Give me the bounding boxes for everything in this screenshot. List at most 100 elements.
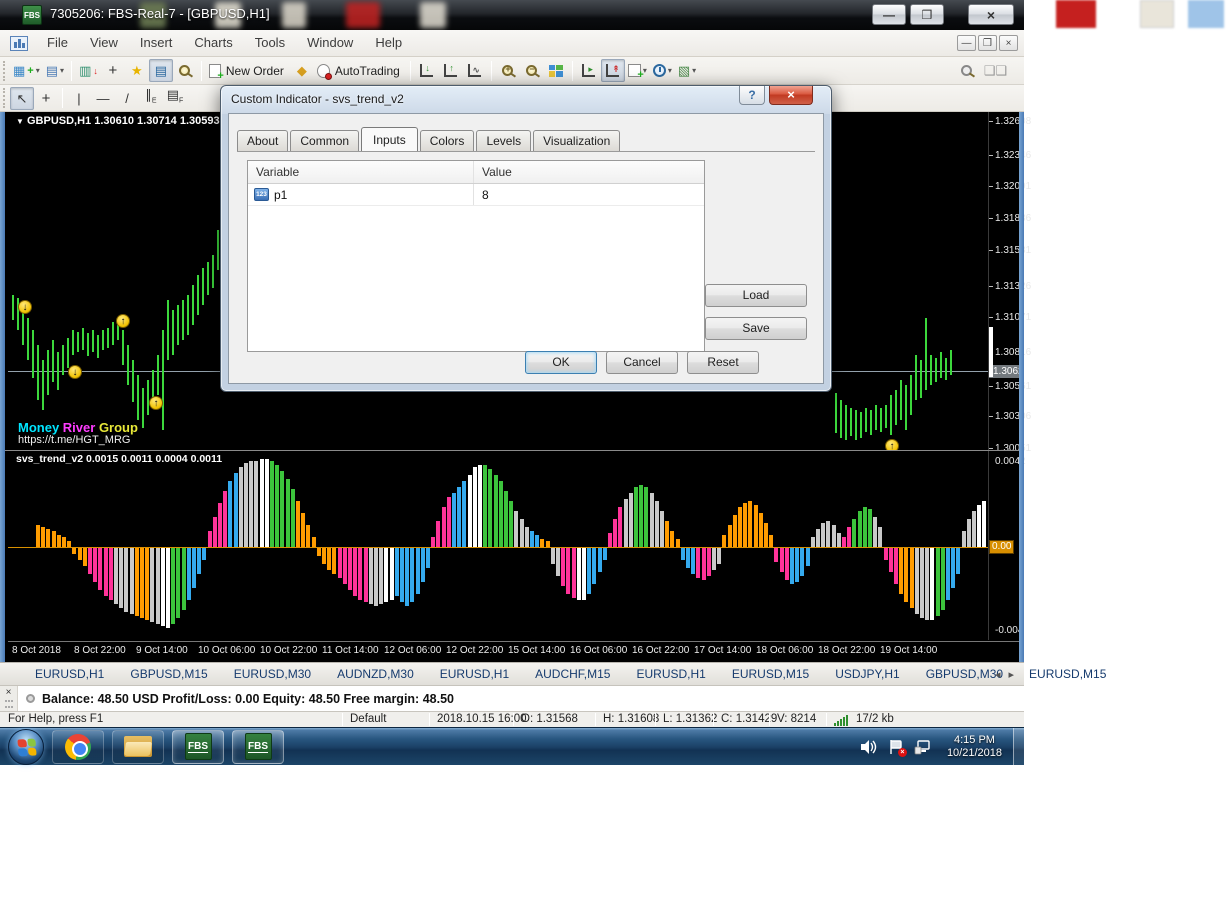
tab-scroll-left-button[interactable]: ◂	[995, 668, 1001, 681]
bar-chart-button[interactable]: ↓	[415, 59, 439, 82]
dialog-tab-levels[interactable]: Levels	[476, 130, 531, 151]
chart-tab-audnzd-m30[interactable]: AUDNZD,M30	[324, 663, 427, 685]
histogram-bar	[899, 548, 903, 594]
child-restore-button[interactable]: ❒	[978, 35, 997, 51]
periods-button[interactable]: ▾	[650, 59, 675, 82]
menu-window[interactable]: Window	[296, 30, 364, 56]
menu-tools[interactable]: Tools	[244, 30, 296, 56]
tile-windows-button[interactable]	[544, 59, 568, 82]
terminal-grip[interactable]	[5, 700, 13, 708]
menu-help[interactable]: Help	[364, 30, 413, 56]
desktop: { "window": { "title": "7305206: FBS-Rea…	[0, 0, 1228, 920]
network-icon[interactable]	[914, 739, 933, 755]
inputs-table[interactable]: Variable Value 123 p1 8	[247, 160, 705, 352]
autotrading-button[interactable]: AutoTrading	[314, 59, 406, 82]
expert-advisors-button[interactable]: ◆	[290, 59, 314, 82]
chart-shift-button[interactable]: ↟	[601, 59, 625, 82]
chart-tab-eurusd-m15[interactable]: EURUSD,M15	[719, 663, 822, 685]
indicator-subwindow[interactable]: svs_trend_v2 0.0015 0.0011 0.0004 0.0011	[8, 451, 988, 640]
show-desktop-button[interactable]	[1013, 728, 1024, 766]
zoom-in-button[interactable]: +	[496, 59, 520, 82]
chart-tab-gbpusd-m15[interactable]: GBPUSD,M15	[117, 663, 220, 685]
new-order-button[interactable]: + New Order	[206, 59, 290, 82]
column-header-value[interactable]: Value	[474, 161, 520, 183]
strategy-tester-button[interactable]	[173, 59, 197, 82]
load-button[interactable]: Load	[705, 284, 807, 307]
taskbar-fbs-button-2[interactable]: FBS	[232, 730, 284, 764]
crosshair-tool-button[interactable]: +	[34, 87, 58, 110]
dialog-close-button[interactable]: ×	[769, 86, 813, 105]
dialog-tab-about[interactable]: About	[237, 130, 288, 151]
price-bar	[102, 330, 104, 350]
profiles-button[interactable]: ▤▾	[43, 59, 67, 82]
line-chart-button[interactable]: ∿	[463, 59, 487, 82]
taskbar-explorer-button[interactable]	[112, 730, 164, 764]
taskbar-clock[interactable]: 4:15 PM 10/21/2018	[947, 734, 1002, 760]
crosshair-button[interactable]: +	[101, 59, 125, 82]
zoom-out-button[interactable]: −	[520, 59, 544, 82]
tab-scroll-right-button[interactable]: ▸	[1008, 668, 1014, 681]
subwindow-separator[interactable]	[5, 450, 1020, 451]
new-chart-button[interactable]: ▦+▾	[10, 59, 43, 82]
minimize-button[interactable]: —	[872, 4, 906, 25]
chart-tab-eurusd-m30[interactable]: EURUSD,M30	[221, 663, 324, 685]
action-center-flag-icon[interactable]: ×	[888, 739, 904, 755]
horizontal-line-tool-button[interactable]: —	[91, 87, 115, 110]
close-button[interactable]: ×	[968, 4, 1014, 25]
dialog-tab-inputs[interactable]: Inputs	[361, 127, 418, 152]
dialog-tab-visualization[interactable]: Visualization	[533, 130, 620, 151]
dialog-tab-common[interactable]: Common	[290, 130, 359, 151]
table-row[interactable]: 123 p1 8	[248, 184, 704, 206]
reset-button[interactable]: Reset	[687, 351, 759, 374]
start-button[interactable]	[8, 729, 44, 765]
trendline-tool-button[interactable]: /	[115, 87, 139, 110]
child-close-button[interactable]: ×	[999, 35, 1018, 51]
taskbar-fbs-button[interactable]: FBS	[172, 730, 224, 764]
chart-tab-eurusd-h1[interactable]: EURUSD,H1	[22, 663, 117, 685]
ok-button[interactable]: OK	[525, 351, 597, 374]
chart-tab-eurusd-h1[interactable]: EURUSD,H1	[427, 663, 522, 685]
chart-tab-usdjpy-h1[interactable]: USDJPY,H1	[822, 663, 912, 685]
variable-value[interactable]: 8	[482, 188, 489, 202]
menu-file[interactable]: File	[36, 30, 79, 56]
histogram-bar	[301, 513, 305, 547]
histogram-bar	[696, 548, 700, 578]
toolbar-grip[interactable]	[3, 61, 7, 81]
column-header-variable[interactable]: Variable	[248, 161, 474, 183]
toolbar-grip[interactable]	[3, 88, 7, 108]
taskbar-chrome-button[interactable]	[52, 730, 104, 764]
histogram-bar	[494, 475, 498, 547]
community-button[interactable]: ❑❑	[981, 59, 1010, 82]
child-minimize-button[interactable]: —	[957, 35, 976, 51]
histogram-bar	[956, 548, 960, 574]
chart-tab-audchf-m15[interactable]: AUDCHF,M15	[522, 663, 623, 685]
candlestick-button[interactable]: ↑	[439, 59, 463, 82]
save-button[interactable]: Save	[705, 317, 807, 340]
vertical-line-tool-button[interactable]: |	[67, 87, 91, 110]
chart-tab-eurusd-h1[interactable]: EURUSD,H1	[623, 663, 718, 685]
auto-scroll-button[interactable]: ▸	[577, 59, 601, 82]
time-axis[interactable]: 8 Oct 20188 Oct 22:009 Oct 14:0010 Oct 0…	[8, 641, 1020, 661]
market-watch-button[interactable]: ▥↓	[76, 59, 101, 82]
indicator-scale[interactable]: 0.00420.00-0.004	[988, 451, 1022, 640]
search-button[interactable]	[954, 59, 978, 82]
dialog-tab-colors[interactable]: Colors	[420, 130, 475, 151]
cursor-tool-button[interactable]: ↖	[10, 87, 34, 110]
favorites-button[interactable]: ★	[125, 59, 149, 82]
indicators-button[interactable]: +▾	[625, 59, 650, 82]
price-scale[interactable]: 1.326081.323461.320911.318361.315811.313…	[988, 112, 1022, 450]
menu-charts[interactable]: Charts	[183, 30, 243, 56]
channel-tool-button[interactable]: ∥E	[139, 87, 163, 110]
menu-view[interactable]: View	[79, 30, 129, 56]
volume-icon[interactable]	[860, 739, 878, 755]
fibonacci-tool-button[interactable]: ▤F	[163, 87, 187, 110]
templates-button[interactable]: ▧▾	[675, 59, 699, 82]
terminal-close-button[interactable]: ×	[6, 688, 12, 698]
maximize-button[interactable]: ❒	[910, 4, 944, 25]
data-window-button[interactable]: ▤	[149, 59, 173, 82]
data-window-icon: ▤	[155, 64, 167, 77]
chart-tab-eurusd-m15[interactable]: EURUSD,M15	[1016, 663, 1119, 685]
menu-insert[interactable]: Insert	[129, 30, 184, 56]
cancel-button[interactable]: Cancel	[606, 351, 678, 374]
dialog-help-button[interactable]: ?	[739, 86, 765, 105]
